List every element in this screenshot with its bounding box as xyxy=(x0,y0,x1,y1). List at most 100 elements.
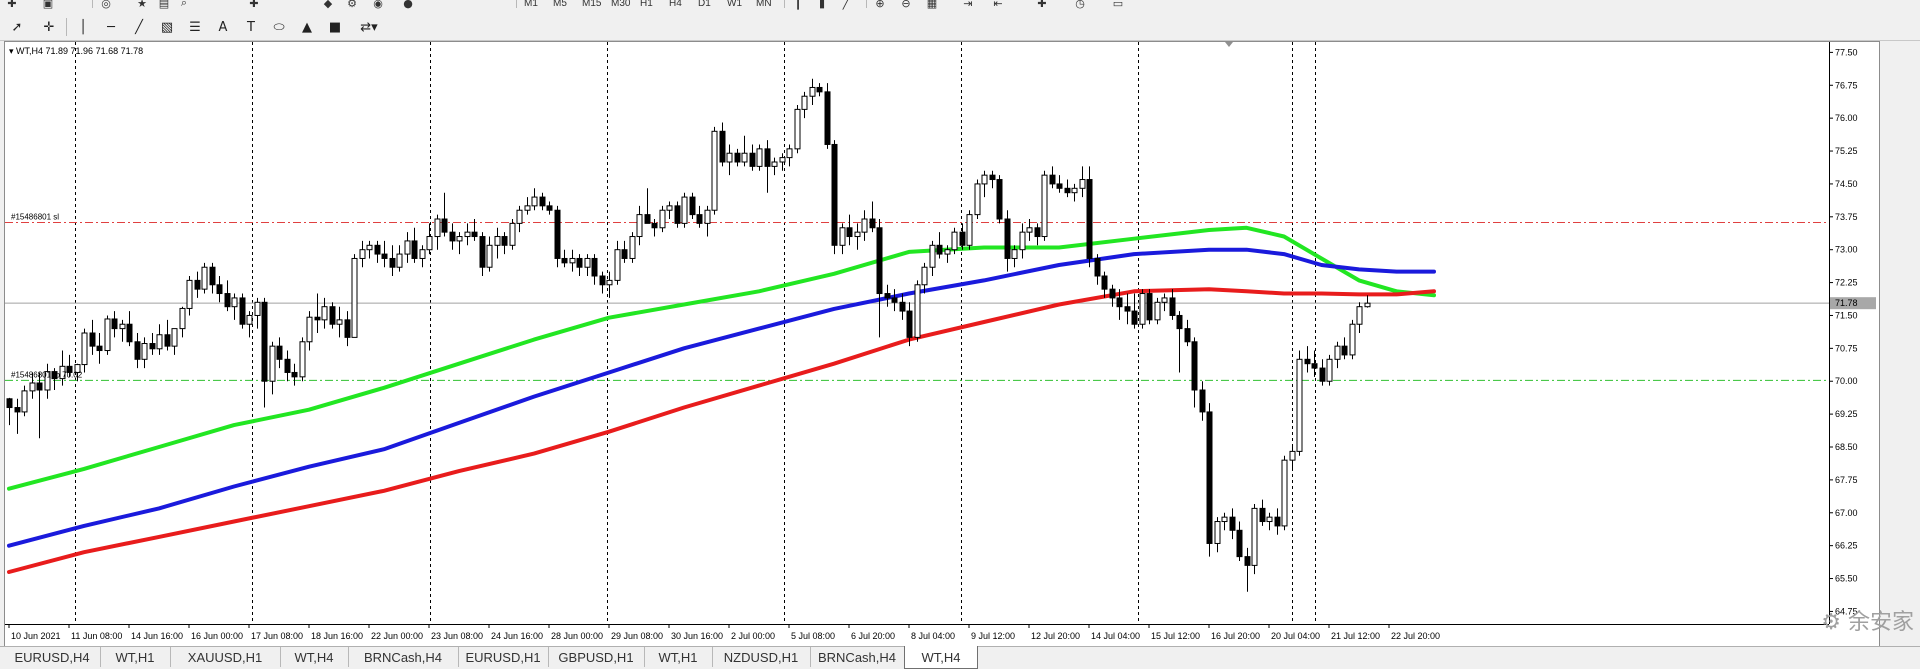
candles xyxy=(6,78,1371,592)
candle xyxy=(209,262,216,294)
price-axis: 77.50 76.75 76.00 75.25 74.50 73.75 73.00 72.25… xyxy=(1829,42,1876,624)
favorites-icon[interactable]: ★ xyxy=(134,0,150,12)
chart-tab[interactable]: WT,H1 xyxy=(644,647,713,667)
autoscroll-icon[interactable]: ⇥ xyxy=(960,0,976,12)
bear-candle-body xyxy=(1191,341,1198,391)
candle xyxy=(771,157,778,176)
search-icon[interactable]: ⌕ xyxy=(176,0,192,12)
indicators-icon[interactable]: ✚ xyxy=(1034,0,1050,12)
bear-candle-body xyxy=(6,398,13,409)
periods-icon[interactable]: ◷ xyxy=(1072,0,1088,12)
bear-candle-body xyxy=(869,218,876,229)
crosshair-icon[interactable]: ✛ xyxy=(38,17,60,37)
chart-tab[interactable]: BRNCash,H4 xyxy=(810,647,905,667)
text-icon[interactable]: A xyxy=(212,17,234,37)
horizontal-line-icon[interactable]: ─ xyxy=(100,17,122,37)
candle xyxy=(314,293,321,333)
arrows-dropdown-icon[interactable]: ⇄▾ xyxy=(352,17,386,37)
candle xyxy=(1064,179,1071,198)
data-window-icon[interactable]: ▤ xyxy=(156,0,172,12)
chart-tab[interactable]: BRNCash,H4 xyxy=(348,647,459,667)
chart-tab[interactable]: XAUUSD,H1 xyxy=(170,647,281,667)
price-chart[interactable]: 77.50 76.75 76.00 75.25 74.50 73.75 73.00 72.25… xyxy=(5,42,1879,646)
chart-tab[interactable]: EURUSD,H1 xyxy=(458,647,549,667)
timeframe-m15[interactable]: M15 xyxy=(582,0,601,9)
new-chart-icon[interactable]: ✚ xyxy=(4,0,20,12)
time-tick-label: 14 Jun 16:00 xyxy=(131,631,183,641)
tile-windows-icon[interactable]: ▦ xyxy=(924,0,940,12)
bear-candle-body xyxy=(539,196,546,207)
rectangle-icon[interactable]: ■ xyxy=(324,17,346,37)
moving-average-1 xyxy=(7,225,1436,491)
timeframe-m1[interactable]: M1 xyxy=(524,0,538,9)
timeframe-w1[interactable]: W1 xyxy=(727,0,742,9)
bar-chart-icon[interactable]: ┃ xyxy=(790,0,806,12)
candle xyxy=(194,271,201,298)
bull-candle-body xyxy=(1364,302,1371,308)
profiles-icon[interactable]: ▣ xyxy=(40,0,56,12)
bear-candle-body xyxy=(224,293,231,308)
bull-candle-body xyxy=(921,266,928,286)
triangle-icon[interactable]: ▲ xyxy=(296,17,318,37)
templates-icon[interactable]: ▭ xyxy=(1110,0,1126,12)
timeframe-d1[interactable]: D1 xyxy=(698,0,711,9)
cursor-icon[interactable]: ➚ xyxy=(6,17,28,37)
ellipse-icon[interactable]: ⬭ xyxy=(268,17,290,37)
candle xyxy=(396,245,403,272)
options-icon[interactable]: ◉ xyxy=(370,0,386,12)
bear-candle-body xyxy=(891,297,898,303)
candle xyxy=(1244,547,1251,592)
new-order-icon[interactable]: ✚ xyxy=(246,0,262,12)
candle xyxy=(1071,183,1078,202)
signals-icon[interactable]: ● xyxy=(400,0,416,12)
equidistant-channel-icon[interactable]: ▧ xyxy=(156,17,178,37)
time-tick-label: 20 Jul 04:00 xyxy=(1271,631,1320,641)
timeframe-h1[interactable]: H1 xyxy=(640,0,653,9)
market-watch-icon[interactable]: ◎ xyxy=(98,0,114,12)
candle xyxy=(1326,354,1333,386)
candle xyxy=(509,219,516,250)
candle xyxy=(1041,170,1048,241)
chart-tab[interactable]: EURUSD,H4 xyxy=(4,647,101,667)
zoom-out-icon[interactable]: ⊖ xyxy=(898,0,914,12)
chart-tab[interactable]: WT,H4 xyxy=(904,646,978,669)
bull-candle-body xyxy=(801,95,808,110)
bull-candle-body xyxy=(516,209,523,224)
candle xyxy=(1349,319,1356,360)
candlestick-icon[interactable]: ▮ xyxy=(814,0,830,12)
candle xyxy=(651,219,658,237)
bear-candle-body xyxy=(546,205,553,211)
bear-candle-body xyxy=(239,297,246,325)
tester-icon[interactable]: ⚙ xyxy=(344,0,360,12)
timeframe-m5[interactable]: M5 xyxy=(553,0,567,9)
bear-candle-body xyxy=(126,323,133,343)
trendline-icon[interactable]: ╱ xyxy=(128,17,150,37)
chart-tab[interactable]: WT,H1 xyxy=(100,647,171,667)
chart-tab[interactable]: NZDUSD,H1 xyxy=(712,647,811,667)
toolbar-separator xyxy=(784,0,785,8)
bull-candle-body xyxy=(456,236,463,242)
price-tick-label: 72.25 xyxy=(1835,278,1858,288)
line-chart-icon[interactable]: ╱ xyxy=(838,0,854,12)
chart-tab[interactable]: WT,H4 xyxy=(280,647,349,667)
candle xyxy=(291,363,298,386)
metaeditor-icon[interactable]: ◆ xyxy=(320,0,336,12)
chart-window[interactable]: 77.50 76.75 76.00 75.25 74.50 73.75 73.00 72.25… xyxy=(4,41,1880,647)
candle xyxy=(1289,447,1296,469)
text-label-icon[interactable]: T xyxy=(240,17,262,37)
bear-candle-body xyxy=(1004,218,1011,259)
bull-candle-body xyxy=(839,227,846,246)
candle xyxy=(696,205,703,228)
timeframe-mn[interactable]: MN xyxy=(756,0,772,9)
candle xyxy=(239,293,246,329)
zoom-in-icon[interactable]: ⊕ xyxy=(872,0,888,12)
timeframe-m30[interactable]: M30 xyxy=(611,0,630,9)
bull-candle-body xyxy=(486,244,493,268)
candle xyxy=(1341,337,1348,360)
bull-candle-body xyxy=(1071,187,1078,194)
chart-shift-icon[interactable]: ⇤ xyxy=(990,0,1006,12)
chart-tab[interactable]: GBPUSD,H1 xyxy=(548,647,645,667)
vertical-line-icon[interactable]: │ xyxy=(72,17,94,37)
fibonacci-icon[interactable]: ☰ xyxy=(184,17,206,37)
timeframe-h4[interactable]: H4 xyxy=(669,0,682,9)
